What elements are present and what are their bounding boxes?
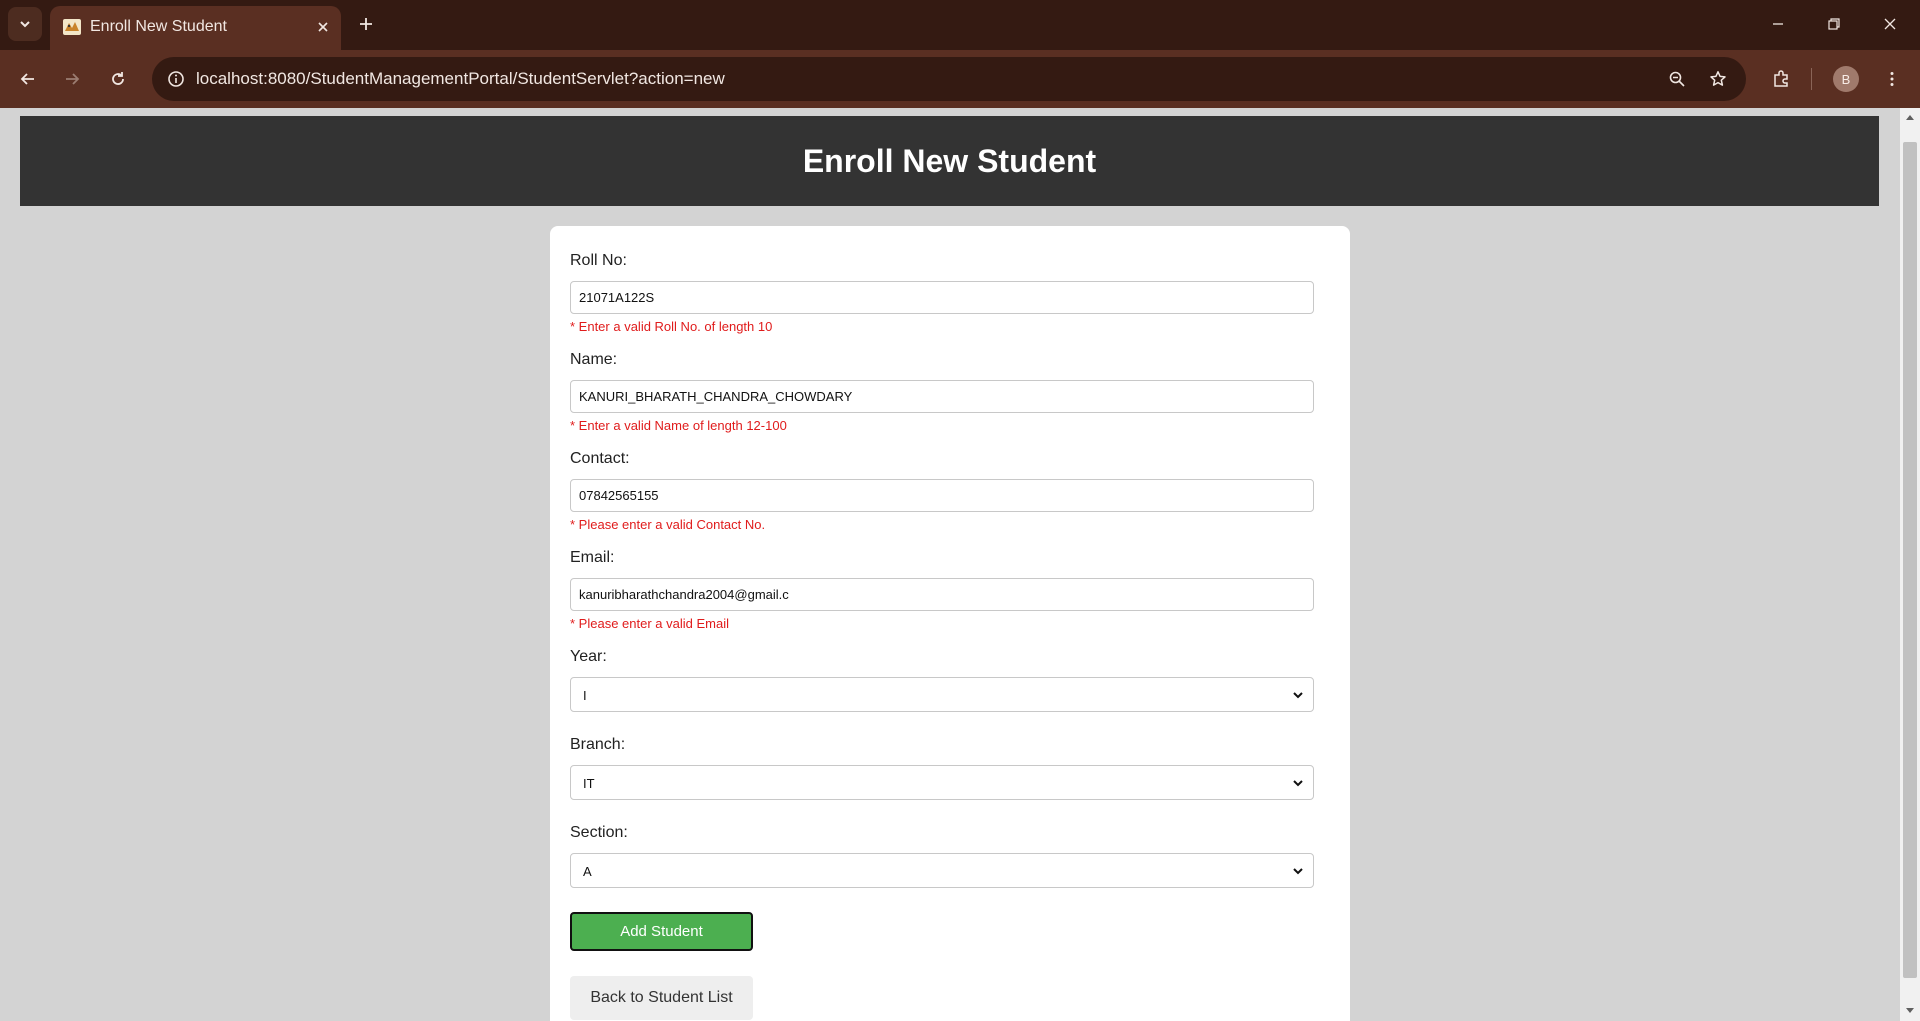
bookmark-button[interactable] bbox=[1703, 64, 1733, 94]
year-label: Year: bbox=[570, 648, 607, 665]
email-error: * Please enter a valid Email bbox=[570, 616, 729, 631]
reload-icon bbox=[112, 72, 124, 85]
browser-toolbar: localhost:8080/StudentManagementPortal/S… bbox=[0, 50, 1920, 108]
restore-button[interactable] bbox=[1814, 6, 1854, 42]
new-tab-button[interactable] bbox=[352, 10, 380, 38]
name-label: Name: bbox=[570, 351, 618, 368]
restore-icon bbox=[1828, 18, 1840, 30]
back-nav-button[interactable] bbox=[12, 63, 44, 95]
plus-icon bbox=[360, 18, 372, 30]
chevron-down-icon bbox=[1293, 692, 1303, 699]
close-window-button[interactable] bbox=[1870, 6, 1910, 42]
browser-menu-button[interactable] bbox=[1876, 63, 1908, 95]
zoom-out-icon bbox=[1669, 71, 1685, 87]
forward-nav-button[interactable] bbox=[56, 63, 88, 95]
extensions-button[interactable] bbox=[1765, 63, 1797, 95]
contact-error: * Please enter a valid Contact No. bbox=[570, 517, 766, 532]
close-icon bbox=[318, 22, 328, 32]
arrow-left-icon bbox=[20, 73, 34, 85]
chevron-down-icon bbox=[1293, 780, 1303, 787]
info-icon bbox=[168, 71, 184, 87]
chevron-down-icon bbox=[1293, 868, 1303, 875]
tomcat-favicon-icon bbox=[63, 19, 81, 35]
puzzle-icon bbox=[1774, 70, 1788, 87]
section-select[interactable]: A bbox=[570, 853, 1314, 888]
tab-strip: Enroll New Student bbox=[0, 0, 1920, 50]
scroll-thumb[interactable] bbox=[1903, 142, 1917, 978]
address-bar[interactable]: localhost:8080/StudentManagementPortal/S… bbox=[152, 57, 1746, 101]
page-title: Enroll New Student bbox=[802, 142, 1097, 179]
toolbar-divider bbox=[1811, 68, 1812, 90]
section-selected-value: A bbox=[583, 864, 592, 879]
active-tab[interactable]: Enroll New Student bbox=[50, 6, 341, 50]
add-student-button[interactable]: Add Student bbox=[570, 912, 753, 951]
zoom-button[interactable] bbox=[1662, 64, 1692, 94]
page-header: Enroll New Student bbox=[20, 116, 1879, 206]
year-selected-value: I bbox=[583, 688, 587, 703]
minimize-button[interactable] bbox=[1758, 6, 1798, 42]
scroll-up-arrow-icon[interactable] bbox=[1904, 112, 1916, 122]
url-text[interactable]: localhost:8080/StudentManagementPortal/S… bbox=[196, 69, 725, 89]
page-viewport: Enroll New Student Roll No: 21071A122S *… bbox=[0, 108, 1920, 1021]
name-input[interactable]: KANURI_BHARATH_CHANDRA_CHOWDARY bbox=[570, 380, 1314, 413]
profile-avatar[interactable]: B bbox=[1833, 66, 1859, 92]
name-error: * Enter a valid Name of length 12-100 bbox=[570, 418, 787, 433]
branch-select[interactable]: IT bbox=[570, 765, 1314, 800]
chevron-down-icon bbox=[20, 21, 30, 28]
roll-no-input[interactable]: 21071A122S bbox=[570, 281, 1314, 314]
reload-button[interactable] bbox=[102, 63, 134, 95]
contact-input[interactable]: 07842565155 bbox=[570, 479, 1314, 512]
tab-title: Enroll New Student bbox=[90, 18, 227, 35]
more-vertical-icon bbox=[1890, 72, 1894, 86]
tab-search-button[interactable] bbox=[8, 7, 42, 41]
minimize-icon bbox=[1773, 23, 1783, 25]
back-to-list-button[interactable]: Back to Student List bbox=[570, 976, 753, 1020]
roll-no-error: * Enter a valid Roll No. of length 10 bbox=[570, 319, 773, 334]
email-label: Email: bbox=[570, 549, 615, 566]
section-label: Section: bbox=[570, 824, 628, 841]
scroll-down-arrow-icon[interactable] bbox=[1904, 1006, 1916, 1016]
branch-label: Branch: bbox=[570, 736, 626, 753]
year-select[interactable]: I bbox=[570, 677, 1314, 712]
site-info-button[interactable] bbox=[160, 63, 192, 95]
page-scrollbar[interactable] bbox=[1900, 108, 1920, 1021]
close-icon bbox=[1884, 18, 1896, 30]
arrow-right-icon bbox=[66, 73, 80, 85]
tab-close-button[interactable] bbox=[312, 16, 334, 38]
contact-label: Contact: bbox=[570, 450, 630, 467]
enroll-form: Roll No: 21071A122S * Enter a valid Roll… bbox=[550, 226, 1350, 1021]
roll-no-label: Roll No: bbox=[570, 252, 627, 269]
email-input[interactable]: kanuribharathchandra2004@gmail.c bbox=[570, 578, 1314, 611]
branch-selected-value: IT bbox=[583, 776, 595, 791]
star-icon bbox=[1710, 71, 1726, 86]
